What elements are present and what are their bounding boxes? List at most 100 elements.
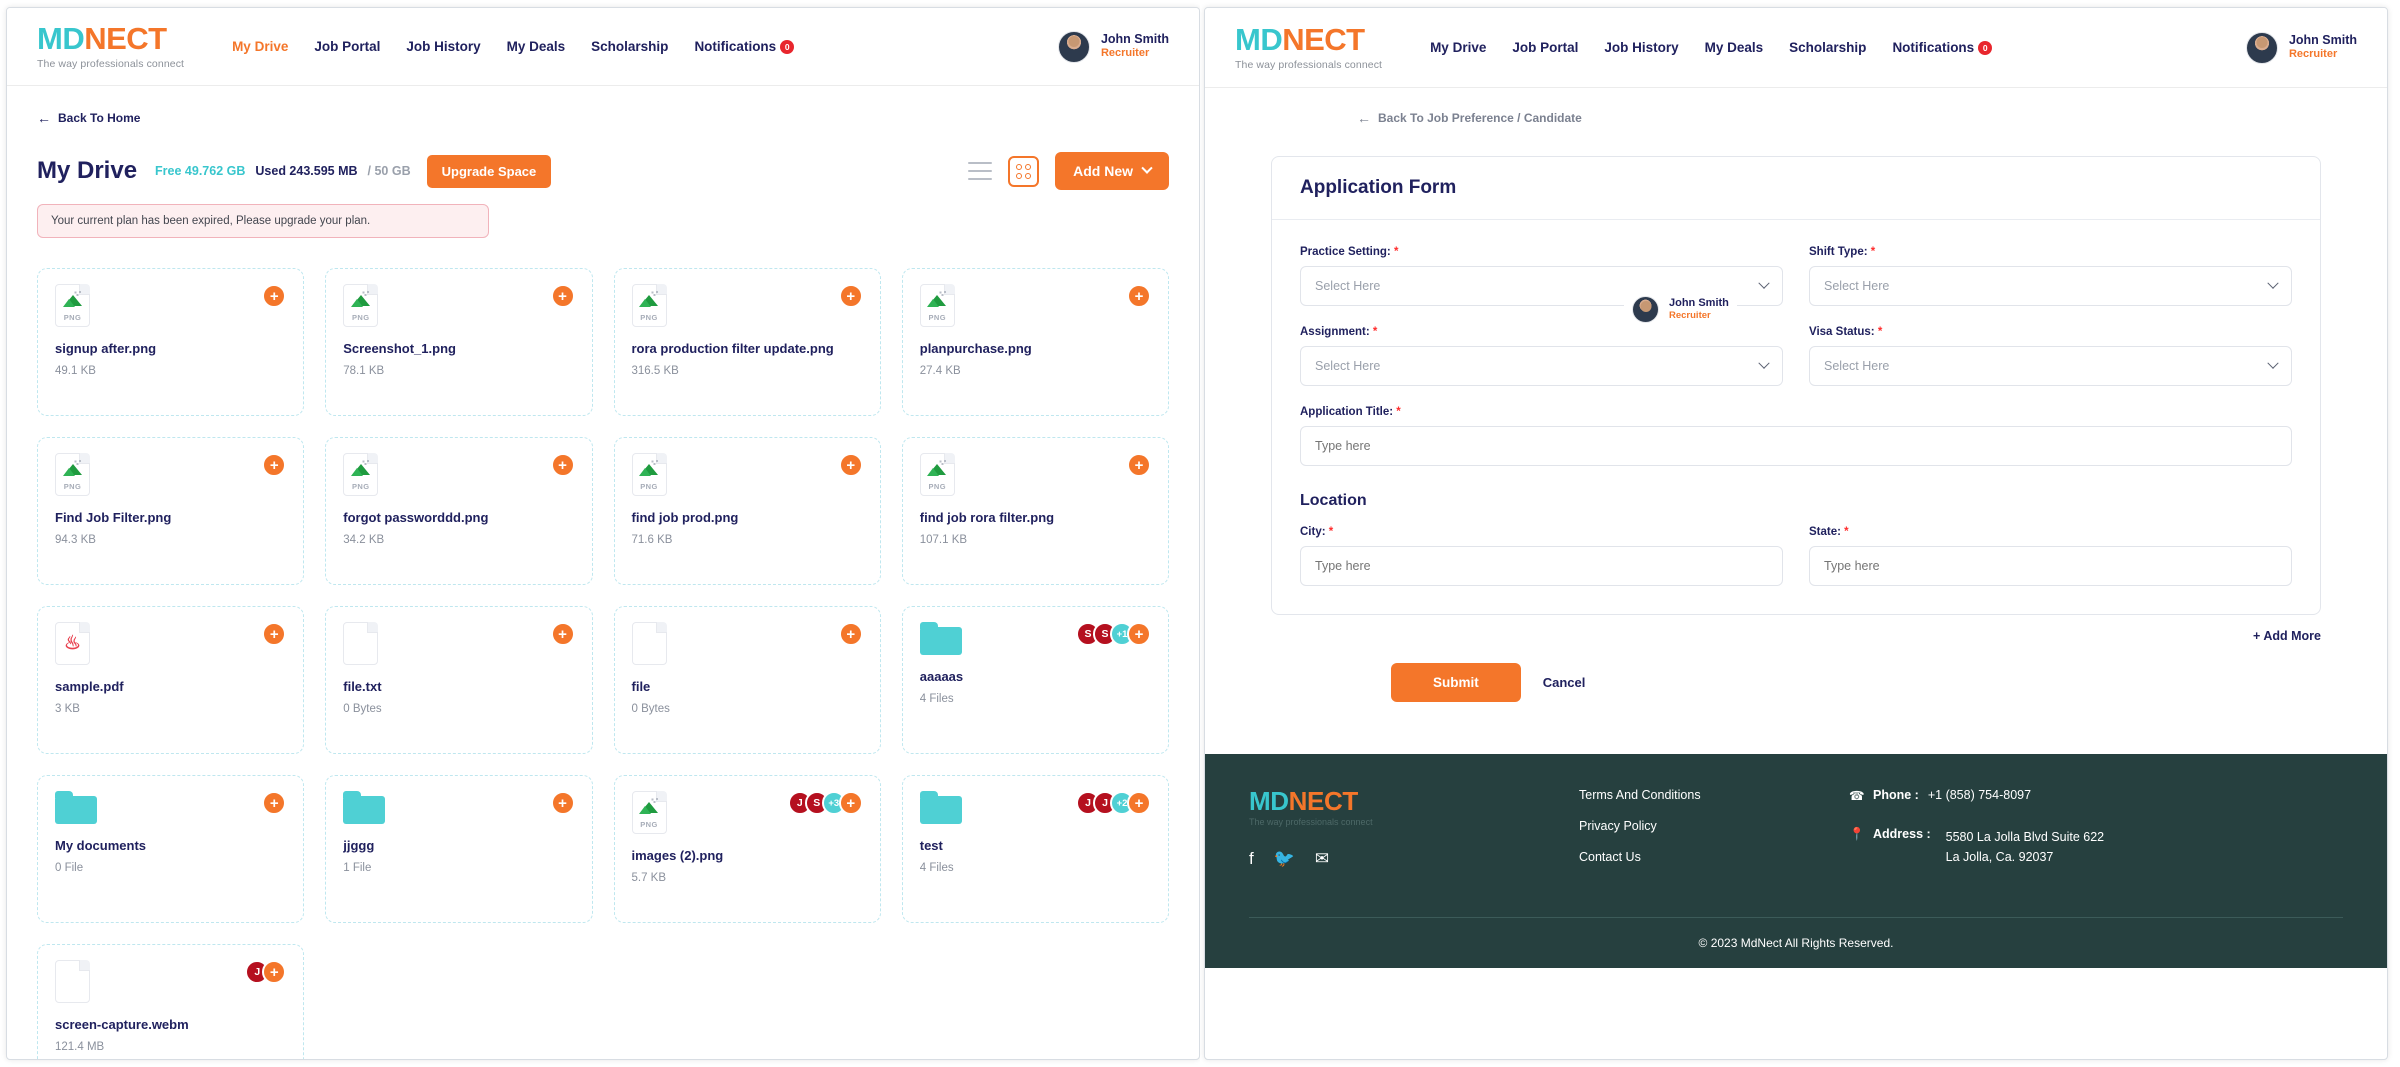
select-assignment[interactable]: Select Here <box>1300 346 1783 386</box>
cancel-button[interactable]: Cancel <box>1543 675 1586 690</box>
submit-button[interactable]: Submit <box>1391 663 1521 702</box>
png-file-icon: PNG <box>55 284 90 327</box>
file-name: jjggg <box>343 838 375 853</box>
add-share-button[interactable]: + <box>1127 453 1151 477</box>
file-card[interactable]: PNG + find job prod.png 71.6 KB <box>613 437 881 585</box>
select-assignment-value: Select Here <box>1315 359 1381 373</box>
file-meta: 4 Files <box>919 861 954 874</box>
file-card[interactable]: PNG + Screenshot_1.png 78.1 KB <box>325 268 593 416</box>
add-share-button[interactable]: + <box>1127 622 1151 646</box>
list-view-icon[interactable] <box>968 162 993 180</box>
file-name: sample.pdf <box>55 679 124 694</box>
footer-link-contact-right[interactable]: Contact Us <box>1579 850 1849 864</box>
card-actions: + <box>262 622 287 646</box>
main-nav-right: My Drive Job Portal Job History My Deals… <box>1430 40 1993 55</box>
add-share-button[interactable]: + <box>1127 284 1151 308</box>
upgrade-space-button[interactable]: Upgrade Space <box>426 154 552 188</box>
add-share-button[interactable]: + <box>550 453 575 477</box>
add-share-button[interactable]: + <box>838 791 863 815</box>
nav-item-notifications[interactable]: Notifications 0 <box>694 39 795 54</box>
add-share-button[interactable]: + <box>550 284 575 308</box>
profile-menu-right[interactable]: John Smith Recruiter <box>2245 31 2357 64</box>
quota-used: Used 243.595 MB <box>255 164 358 178</box>
file-card[interactable]: PNG + planpurchase.png 27.4 KB <box>901 268 1169 416</box>
nav-item-my-deals-right[interactable]: My Deals <box>1705 40 1764 55</box>
add-share-button[interactable]: + <box>262 622 287 646</box>
file-meta: 0 Bytes <box>631 702 670 715</box>
footer-link-terms-right[interactable]: Terms And Conditions <box>1579 788 1849 802</box>
file-card[interactable]: PNG J S +3 + images (2).png 5.7 KB <box>613 775 881 923</box>
email-icon[interactable]: ✉ <box>1315 849 1329 869</box>
nav-item-my-deals[interactable]: My Deals <box>507 39 566 54</box>
nav-item-my-drive-right[interactable]: My Drive <box>1430 40 1486 55</box>
nav-item-job-history[interactable]: Job History <box>406 39 480 54</box>
profile-menu[interactable]: John Smith Recruiter <box>1057 30 1169 63</box>
file-card[interactable]: PNG + rora production filter update.png 316… <box>613 268 881 416</box>
add-new-button[interactable]: Add New <box>1055 152 1169 190</box>
card-actions: J J +2 + <box>1076 791 1151 815</box>
add-share-button[interactable]: + <box>262 284 287 308</box>
nav-item-job-portal[interactable]: Job Portal <box>314 39 380 54</box>
add-share-button[interactable]: + <box>1127 791 1151 815</box>
required-asterisk: * <box>1393 246 1399 258</box>
file-card[interactable]: PNG + find job rora filter.png 107.1 KB <box>901 437 1169 585</box>
city-input[interactable] <box>1300 546 1783 586</box>
file-card[interactable]: PNG + Find Job Filter.png 94.3 KB <box>37 437 305 585</box>
nav-item-scholarship-right[interactable]: Scholarship <box>1789 40 1866 55</box>
file-card[interactable]: + file.txt 0 Bytes <box>325 606 593 754</box>
label-visa-status: Visa Status: * <box>1809 326 2292 338</box>
add-share-button[interactable]: + <box>550 622 575 646</box>
nav-item-job-portal-right[interactable]: Job Portal <box>1512 40 1578 55</box>
folder-card[interactable]: S S +1 + aaaaas 4 Files <box>901 606 1169 754</box>
twitter-icon[interactable]: 🐦 <box>1274 849 1295 869</box>
nav-item-notifications-right[interactable]: Notifications 0 <box>1892 40 1993 55</box>
select-shift-type-value: Select Here <box>1824 279 1890 293</box>
breadcrumb-label: Back To Job Preference / Candidate <box>1378 111 1582 125</box>
add-share-button[interactable]: + <box>838 284 863 308</box>
breadcrumb[interactable]: ← Back To Job Preference / Candidate <box>1235 110 2357 126</box>
file-card[interactable]: J + screen-capture.webm 121.4 MB <box>37 944 305 1059</box>
folder-card[interactable]: J J +2 + test 4 Files <box>901 775 1169 923</box>
add-share-button[interactable]: + <box>262 960 287 984</box>
back-to-home-link[interactable]: ← Back To Home <box>37 110 1169 126</box>
nav-item-my-drive[interactable]: My Drive <box>232 39 288 54</box>
select-shift-type[interactable]: Select Here <box>1809 266 2292 306</box>
add-share-button[interactable]: + <box>262 453 287 477</box>
nav-item-job-history-right[interactable]: Job History <box>1604 40 1678 55</box>
file-meta: 107.1 KB <box>919 533 968 546</box>
card-actions: + <box>550 791 575 815</box>
file-card[interactable]: + file 0 Bytes <box>613 606 881 754</box>
folder-card[interactable]: + jjggg 1 File <box>325 775 593 923</box>
logo-nect-text-right: NECT <box>1282 22 1365 57</box>
add-share-button[interactable]: + <box>550 791 575 815</box>
logo[interactable]: MDNECT The way professionals connect <box>37 23 184 70</box>
file-card[interactable]: PNG + forgot passworddd.png 34.2 KB <box>325 437 593 585</box>
footer-link-privacy-right[interactable]: Privacy Policy <box>1579 819 1849 833</box>
add-share-button[interactable]: + <box>262 791 287 815</box>
logo-right[interactable]: MDNECT The way professionals connect <box>1235 24 1382 71</box>
nav-item-scholarship[interactable]: Scholarship <box>591 39 668 54</box>
file-card[interactable]: ♨ + sample.pdf 3 KB <box>37 606 305 754</box>
footer-logo-md-right: MD <box>1249 786 1289 816</box>
file-meta: 49.1 KB <box>55 364 96 377</box>
png-file-icon: PNG <box>631 791 667 834</box>
add-share-button[interactable]: + <box>838 453 863 477</box>
state-input[interactable] <box>1809 546 2292 586</box>
add-more-link[interactable]: + Add More <box>1271 629 2321 643</box>
png-file-icon: PNG <box>343 453 379 496</box>
facebook-icon[interactable]: f <box>1249 849 1254 869</box>
card-actions: + <box>838 284 863 308</box>
form-title: Application Form <box>1300 177 1457 198</box>
form-header: Application Form <box>1272 157 2320 220</box>
folder-card[interactable]: + My documents 0 File <box>37 775 305 923</box>
file-name: planpurchase.png <box>919 341 1032 356</box>
plan-expired-alert: Your current plan has been expired, Plea… <box>37 204 489 238</box>
card-actions: + <box>262 453 287 477</box>
required-asterisk: * <box>1870 246 1876 258</box>
file-card[interactable]: PNG + signup after.png 49.1 KB <box>37 268 305 416</box>
select-visa-status[interactable]: Select Here <box>1809 346 2292 386</box>
grid-view-icon[interactable] <box>1008 155 1040 187</box>
application-title-input[interactable] <box>1300 426 2292 466</box>
add-share-button[interactable]: + <box>838 622 863 646</box>
profile-role-right: Recruiter <box>2288 48 2338 61</box>
